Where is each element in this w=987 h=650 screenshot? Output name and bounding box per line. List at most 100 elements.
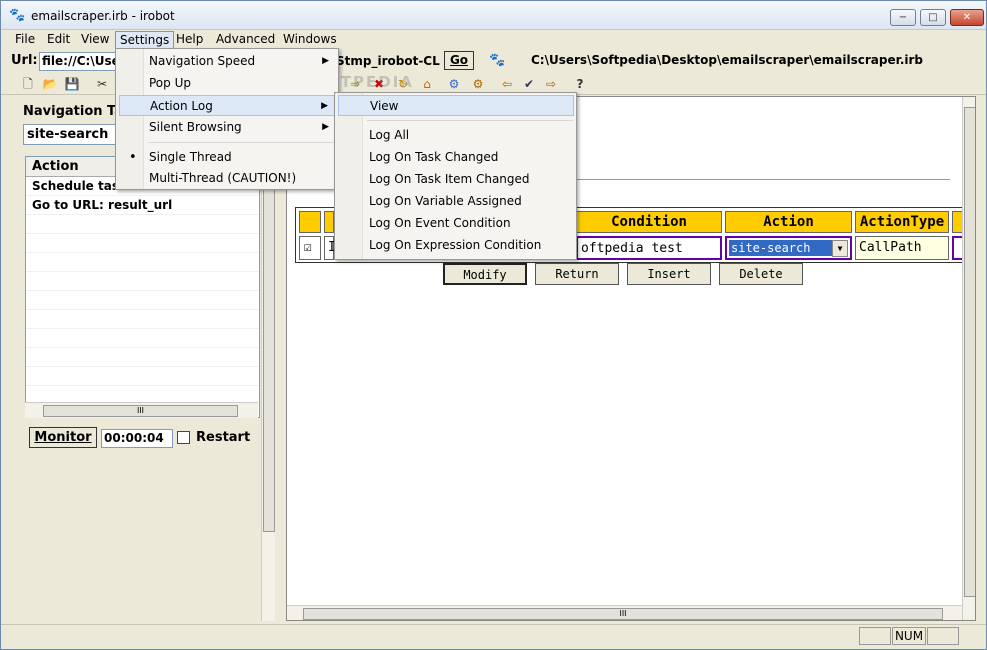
maximize-button[interactable]: □	[920, 9, 946, 26]
list-item-empty[interactable]	[26, 329, 259, 348]
menu-item-label: Pop Up	[149, 76, 191, 90]
menu-help[interactable]: Help	[172, 31, 207, 47]
menu-item-pop-up[interactable]: Pop Up	[119, 73, 335, 94]
action-select[interactable]: site-search ▼	[725, 236, 852, 260]
submenu-arrow-icon: ▶	[321, 101, 328, 111]
list-item-empty[interactable]	[26, 253, 259, 272]
menu-item-action-log[interactable]: Action Log ▶	[119, 95, 335, 116]
menu-item-multi-thread[interactable]: Multi-Thread (CAUTION!)	[119, 168, 335, 189]
list-item-empty[interactable]	[26, 367, 259, 386]
save-icon[interactable]: 💾	[63, 75, 81, 93]
menu-file[interactable]: File	[11, 31, 39, 47]
submenu-arrow-icon: ▶	[322, 56, 329, 66]
delete-button[interactable]: Delete	[719, 263, 803, 285]
cut-icon[interactable]: ✂	[93, 75, 111, 93]
go-button[interactable]: Go	[444, 51, 474, 70]
url-label: Url:	[11, 53, 38, 68]
action-log-submenu: View Log All Log On Task Changed Log On …	[334, 92, 577, 260]
insert-button[interactable]: Insert	[627, 263, 711, 285]
status-bar: NUM	[1, 624, 986, 649]
menu-advanced[interactable]: Advanced	[212, 31, 279, 47]
scroll-thumb[interactable]	[964, 107, 975, 597]
menu-windows[interactable]: Windows	[279, 31, 341, 47]
list-item-empty[interactable]	[26, 348, 259, 367]
scroll-thumb[interactable]: III	[43, 405, 238, 417]
menu-item-label: Single Thread	[149, 150, 232, 164]
title-bar: 🐾 emailscraper.irb - irobot − □ ✕	[1, 1, 986, 30]
restart-checkbox[interactable]	[177, 431, 190, 444]
menu-view[interactable]: View	[77, 31, 113, 47]
radio-dot-icon: •	[129, 150, 137, 165]
actiontype-column-header[interactable]: ActionType	[855, 211, 949, 233]
condition-cell[interactable]: oftpedia test	[576, 236, 722, 260]
action-select-value: site-search	[729, 240, 834, 256]
timer-input[interactable]: 00:00:04	[101, 429, 173, 448]
menu-item-log-variable-assigned[interactable]: Log On Variable Assigned	[338, 191, 574, 212]
help-icon[interactable]: ?	[571, 75, 589, 93]
num-lock-indicator: NUM	[892, 627, 926, 645]
list-item-empty[interactable]	[26, 234, 259, 253]
menu-separator	[367, 120, 573, 121]
list-item-empty[interactable]	[26, 310, 259, 329]
home-icon[interactable]: ⌂	[418, 75, 436, 93]
menu-bar: File Edit View Settings Help Advanced Wi…	[1, 30, 986, 49]
list-item-empty[interactable]	[26, 215, 259, 234]
list-horizontal-scrollbar[interactable]: III	[25, 402, 258, 418]
menu-item-silent-browsing[interactable]: Silent Browsing ▶	[119, 117, 335, 138]
robot-step-icon[interactable]: ⚙	[469, 75, 487, 93]
condition-column-header[interactable]: Condition	[576, 211, 722, 233]
restart-label: Restart	[196, 430, 251, 445]
menu-item-log-expression-condition[interactable]: Log On Expression Condition	[338, 235, 574, 256]
menu-edit[interactable]: Edit	[43, 31, 74, 47]
menu-separator	[148, 142, 336, 143]
chevron-down-icon[interactable]: ▼	[832, 240, 848, 257]
app-icon: 🐾	[9, 8, 26, 23]
action-column-header[interactable]: Action	[725, 211, 852, 233]
robot-run-icon[interactable]: ⚙	[445, 75, 463, 93]
menu-item-label: Multi-Thread (CAUTION!)	[149, 171, 297, 185]
status-panel	[927, 627, 959, 645]
navigation-select[interactable]: site-search	[23, 124, 123, 145]
scroll-thumb[interactable]: III	[303, 608, 943, 620]
monitor-button[interactable]: Monitor	[29, 427, 97, 448]
open-icon[interactable]: 📂	[41, 75, 59, 93]
modify-button[interactable]: Modify	[443, 263, 527, 285]
window-title: emailscraper.irb - irobot	[31, 9, 175, 23]
menu-item-view[interactable]: View	[338, 95, 574, 116]
close-button[interactable]: ✕	[950, 9, 984, 26]
return-button[interactable]: Return	[535, 263, 619, 285]
name-column-header	[324, 211, 334, 233]
menu-item-single-thread[interactable]: • Single Thread	[119, 147, 335, 168]
menu-item-label: Silent Browsing	[149, 120, 242, 134]
app-window: 🐾 emailscraper.irb - irobot − □ ✕ File E…	[0, 0, 987, 650]
forward-icon[interactable]: ⇨	[542, 75, 560, 93]
menu-item-log-event-condition[interactable]: Log On Event Condition	[338, 213, 574, 234]
right-horizontal-scrollbar[interactable]: III	[287, 605, 962, 620]
menu-item-log-task-changed[interactable]: Log On Task Changed	[338, 147, 574, 168]
row-checkbox[interactable]: ☑	[299, 236, 321, 260]
check-icon[interactable]: ✔	[520, 75, 538, 93]
list-item-empty[interactable]	[26, 272, 259, 291]
select-column-header	[299, 211, 321, 233]
url-input-tail[interactable]: Stmp_irobot-CLi	[336, 53, 440, 71]
menu-item-label: Action Log	[150, 99, 213, 113]
file-path: C:\Users\Softpedia\Desktop\emailscraper\…	[531, 53, 924, 67]
status-panel	[859, 627, 891, 645]
robot-icon: 🐾	[489, 53, 506, 68]
settings-menu: Navigation Speed ▶ Pop Up Action Log ▶ Sil…	[115, 48, 339, 190]
menu-item-navigation-speed[interactable]: Navigation Speed ▶	[119, 51, 335, 72]
menu-item-label: Navigation Speed	[149, 54, 256, 68]
list-item[interactable]: Go to URL: result_url	[26, 196, 259, 215]
menu-item-log-all[interactable]: Log All	[338, 125, 574, 146]
back-icon[interactable]: ⇦	[498, 75, 516, 93]
action-list: Action Schedule tas Go to URL: result_ur…	[25, 156, 260, 418]
submenu-arrow-icon: ▶	[322, 122, 329, 132]
list-item-empty[interactable]	[26, 291, 259, 310]
right-vertical-scrollbar[interactable]	[962, 97, 975, 620]
menu-item-log-task-item-changed[interactable]: Log On Task Item Changed	[338, 169, 574, 190]
new-icon[interactable]: 🗋	[19, 75, 37, 93]
name-cell[interactable]: I	[324, 236, 336, 260]
minimize-button[interactable]: −	[890, 9, 916, 26]
menu-settings[interactable]: Settings	[115, 31, 175, 49]
actiontype-cell[interactable]: CallPath	[855, 236, 949, 260]
